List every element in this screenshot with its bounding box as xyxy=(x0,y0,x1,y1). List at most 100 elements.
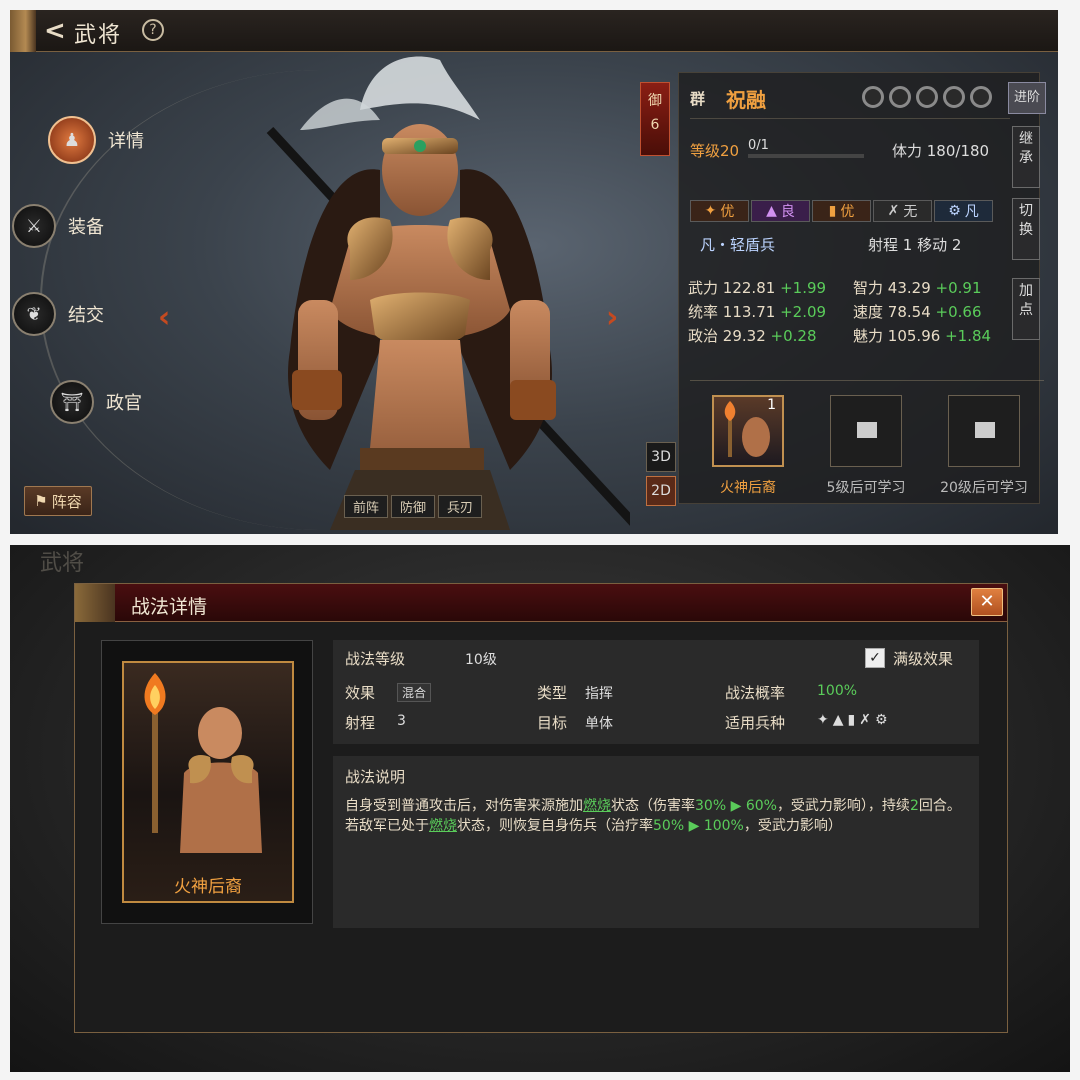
attribute-bonus: +1.99 xyxy=(780,279,827,297)
exp-value: 0/1 xyxy=(748,138,769,153)
troop-affinity-row: ✦ 优 ▲ 良 ▮ 优 ✗ 无 ⚙ 凡 xyxy=(690,200,993,222)
attribute-value: 78.54 xyxy=(887,303,931,321)
skill-card: 火神后裔 xyxy=(101,640,313,924)
burn-keyword[interactable]: 燃烧 xyxy=(583,798,611,814)
attribute-value: 105.96 xyxy=(887,327,941,345)
attribute-cell: 速度 78.54 +0.66 xyxy=(853,300,1018,324)
sword-icon: ⚔ xyxy=(12,204,56,248)
nav-item-detail[interactable]: ♟ 详情 xyxy=(48,116,144,164)
book-icon xyxy=(975,422,995,438)
attribute-row: 武力 122.81 +1.99 智力 43.29 +0.91 xyxy=(688,276,1018,300)
attribute-value: 43.29 xyxy=(887,279,931,297)
troop-grade: 优 xyxy=(840,204,855,220)
prev-hero-arrow[interactable]: ‹ xyxy=(158,300,170,335)
general-detail-screen: < 武将 ? ♟ 详情 ⚔ 装备 ❦ 结交 ⛩ 政官 ⚑ 阵容 ‹ › 前阵 防… xyxy=(10,10,1058,534)
shield-icon: ▮ xyxy=(828,203,837,219)
troops-label: 适用兵种 xyxy=(725,714,786,732)
skill-label: 5级后可学习 xyxy=(826,480,906,496)
siege-icon: ⚙ xyxy=(874,712,892,728)
skill-detail-screen: 武将 战法详情 ✕ 火神后裔 战法等级 10级 ✓ 满级效果 效果 混合 类型 … xyxy=(10,545,1070,1072)
attribute-bonus: +0.28 xyxy=(770,327,817,345)
chance-value: 100% xyxy=(817,683,858,699)
attribute-bonus: +2.09 xyxy=(780,303,827,321)
help-icon[interactable]: ? xyxy=(142,19,164,41)
nav-item-official[interactable]: ⛩ 政官 xyxy=(50,380,142,424)
skill-card-name: 火神后裔 xyxy=(174,877,242,897)
dimmed-header: 武将 xyxy=(40,551,85,576)
general-name: 祝融 xyxy=(726,88,766,112)
header-ornament xyxy=(10,10,36,52)
max-effect-checkbox[interactable]: ✓ xyxy=(865,648,885,668)
hero-tags: 前阵 防御 兵刃 xyxy=(344,495,483,518)
book-icon xyxy=(857,422,877,438)
bow-icon: ✗ xyxy=(859,712,875,728)
nav-label: 政官 xyxy=(106,393,142,414)
attribute-bonus: +0.91 xyxy=(935,279,982,297)
skill-level-value: 10级 xyxy=(465,652,497,668)
advance-stars xyxy=(862,86,992,108)
top-header: < 武将 ? xyxy=(10,10,1058,52)
next-hero-arrow[interactable]: › xyxy=(606,300,618,335)
dialog-title: 战法详情 xyxy=(131,596,208,618)
shield-icon: ▮ xyxy=(847,712,860,728)
flag-icon: ⚑ xyxy=(34,492,48,510)
attribute-grid: 武力 122.81 +1.99 智力 43.29 +0.91 统率 113.71… xyxy=(688,276,1018,348)
troop-grade: 凡 xyxy=(964,204,979,220)
attribute-value: 122.81 xyxy=(722,279,776,297)
attribute-row: 政治 29.32 +0.28 魅力 105.96 +1.84 xyxy=(688,324,1018,348)
description-title: 战法说明 xyxy=(345,768,406,786)
skill-slot-3[interactable] xyxy=(948,395,1020,467)
attribute-value: 29.32 xyxy=(722,327,766,345)
max-effect-label: 满级效果 xyxy=(893,650,954,668)
attribute-value: 113.71 xyxy=(722,303,776,321)
troop-affinity-cavalry: ✦ 优 xyxy=(690,200,749,222)
troop-grade: 优 xyxy=(720,204,735,220)
advance-star-icon xyxy=(916,86,938,108)
nav-item-equipment[interactable]: ⚔ 装备 xyxy=(12,204,104,248)
effect-value: 混合 xyxy=(397,683,432,702)
skill-description-box: 战法说明 自身受到普通攻击后，对伤害来源施加燃烧状态（伤害率30% ▶ 60%，… xyxy=(333,756,979,928)
nav-label: 详情 xyxy=(108,131,144,152)
range-move: 射程 1 移动 2 xyxy=(868,236,962,254)
level-label: 等级20 xyxy=(690,142,740,160)
unit-type: 凡・轻盾兵 xyxy=(700,236,776,254)
attribute-name: 速度 xyxy=(853,303,884,321)
dialog-ornament xyxy=(75,584,115,622)
back-icon[interactable]: < xyxy=(44,16,66,46)
skill-slot-2[interactable] xyxy=(830,395,902,467)
attribute-cell: 武力 122.81 +1.99 xyxy=(688,276,853,300)
chance-label: 战法概率 xyxy=(725,684,786,702)
lineup-button[interactable]: ⚑ 阵容 xyxy=(24,486,92,516)
portrait-icon: ♟ xyxy=(48,116,96,164)
troop-affinity-bow: ✗ 无 xyxy=(873,200,932,222)
advance-star-icon xyxy=(862,86,884,108)
advance-button[interactable]: 进阶 xyxy=(1008,82,1046,114)
exp-bar xyxy=(748,154,864,158)
attribute-row: 统率 113.71 +2.09 速度 78.54 +0.66 xyxy=(688,300,1018,324)
attribute-cell: 魅力 105.96 +1.84 xyxy=(853,324,1018,348)
heart-emblem-icon: ❦ xyxy=(12,292,56,336)
troop-affinity-shield-troop: ▲ 良 xyxy=(751,200,810,222)
attribute-bonus: +0.66 xyxy=(935,303,982,321)
view-2d-button[interactable]: 2D xyxy=(646,476,676,506)
burn-keyword[interactable]: 燃烧 xyxy=(429,818,457,834)
cavalry-icon: ✦ xyxy=(817,712,833,728)
rank-badge-value: 6 xyxy=(650,117,660,133)
skill-label: 20级后可学习 xyxy=(940,480,1028,496)
attribute-bonus: +1.84 xyxy=(945,327,992,345)
troop-affinity-shield: ▮ 优 xyxy=(812,200,871,222)
skill-level-badge: 1 xyxy=(767,397,776,413)
target-value: 单体 xyxy=(585,716,613,732)
inherit-button[interactable]: 继 承 xyxy=(1012,126,1040,188)
nav-item-relations[interactable]: ❦ 结交 xyxy=(12,292,104,336)
switch-button[interactable]: 切 换 xyxy=(1012,198,1040,260)
view-3d-button[interactable]: 3D xyxy=(646,442,676,472)
attribute-cell: 统率 113.71 +2.09 xyxy=(688,300,853,324)
skill-slot-1[interactable]: 1 xyxy=(712,395,784,467)
skill-detail-dialog: 战法详情 ✕ 火神后裔 战法等级 10级 ✓ 满级效果 效果 混合 类型 指挥 … xyxy=(74,583,1008,1033)
description-text: 自身受到普通攻击后，对伤害来源施加燃烧状态（伤害率30% ▶ 60%，受武力影响… xyxy=(345,798,961,834)
siege-icon: ⚙ xyxy=(948,203,961,219)
range-label: 射程 xyxy=(345,714,376,732)
faction-label: 群 xyxy=(690,90,706,108)
close-button[interactable]: ✕ xyxy=(971,588,1003,616)
